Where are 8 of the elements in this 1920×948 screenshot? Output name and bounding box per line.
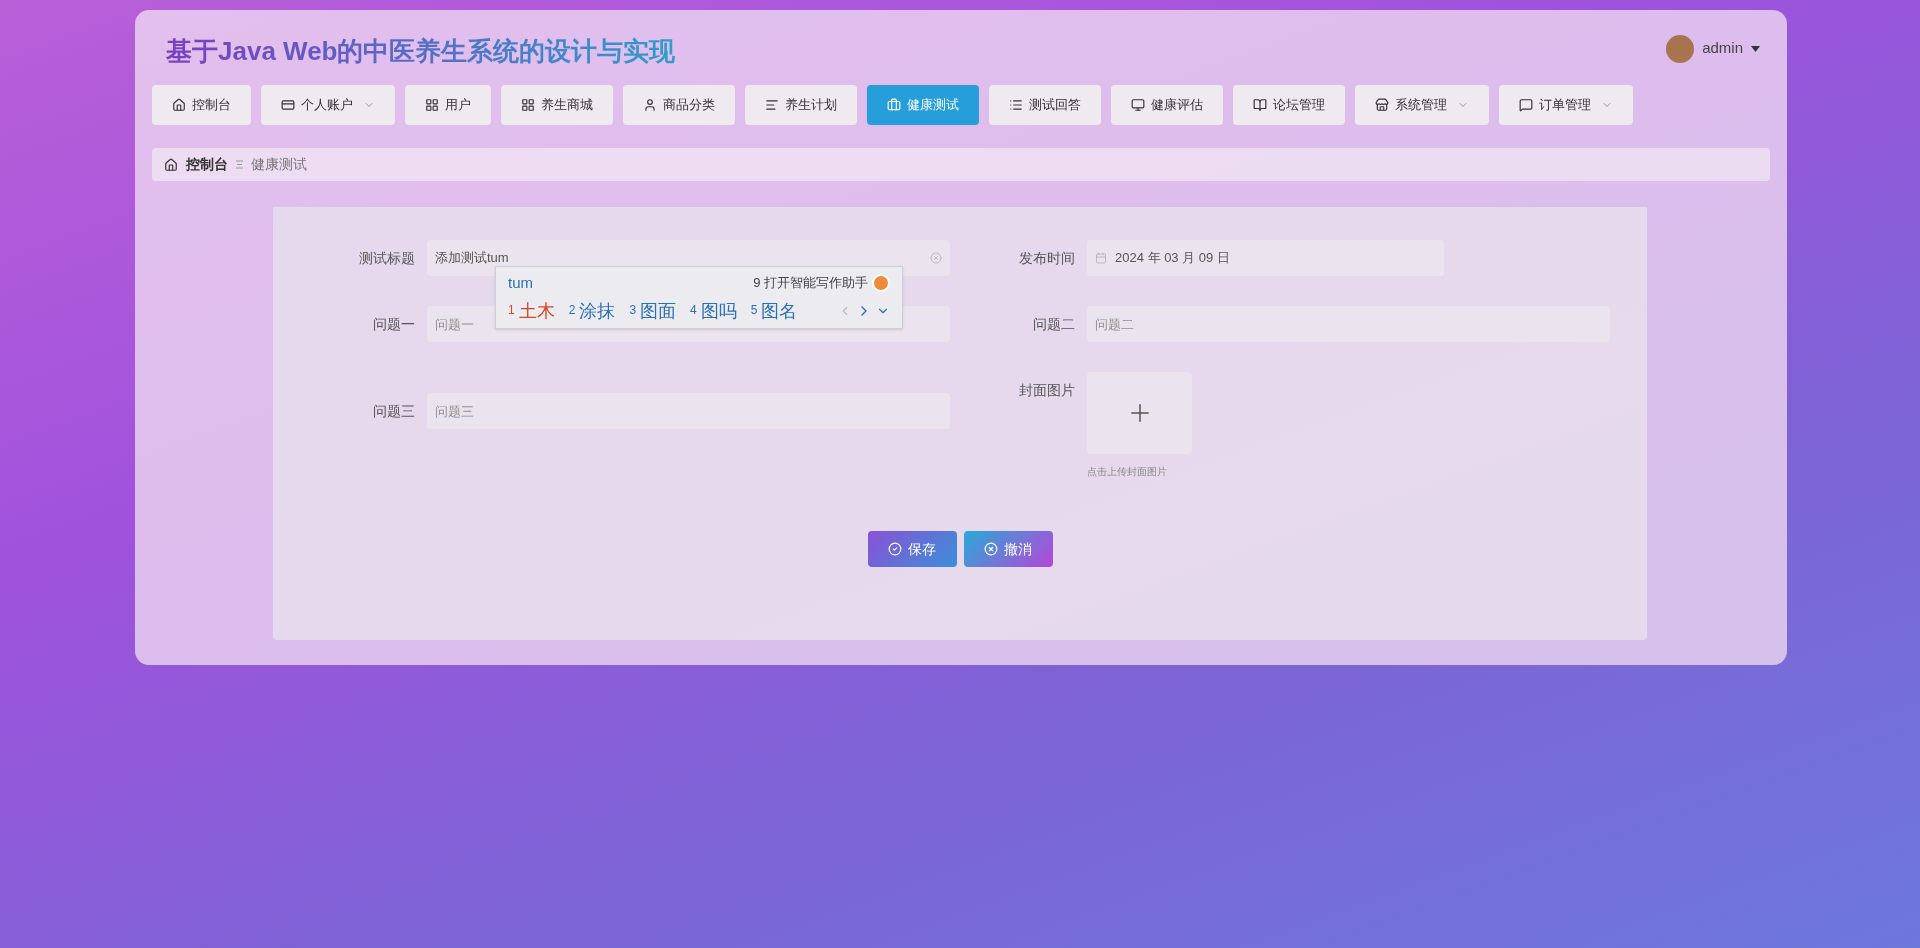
field-label: 发布时间	[1019, 250, 1075, 266]
field-label: 测试标题	[359, 250, 415, 266]
upload-hint: 点击上传封面图片	[1087, 465, 1168, 479]
field-label: 封面图片	[1019, 382, 1075, 398]
field-label: 问题一	[373, 316, 415, 332]
breadcrumb-item: 健康测试	[251, 155, 307, 174]
field-label: 问题三	[373, 403, 415, 419]
field-label: 问题二	[1033, 316, 1075, 332]
